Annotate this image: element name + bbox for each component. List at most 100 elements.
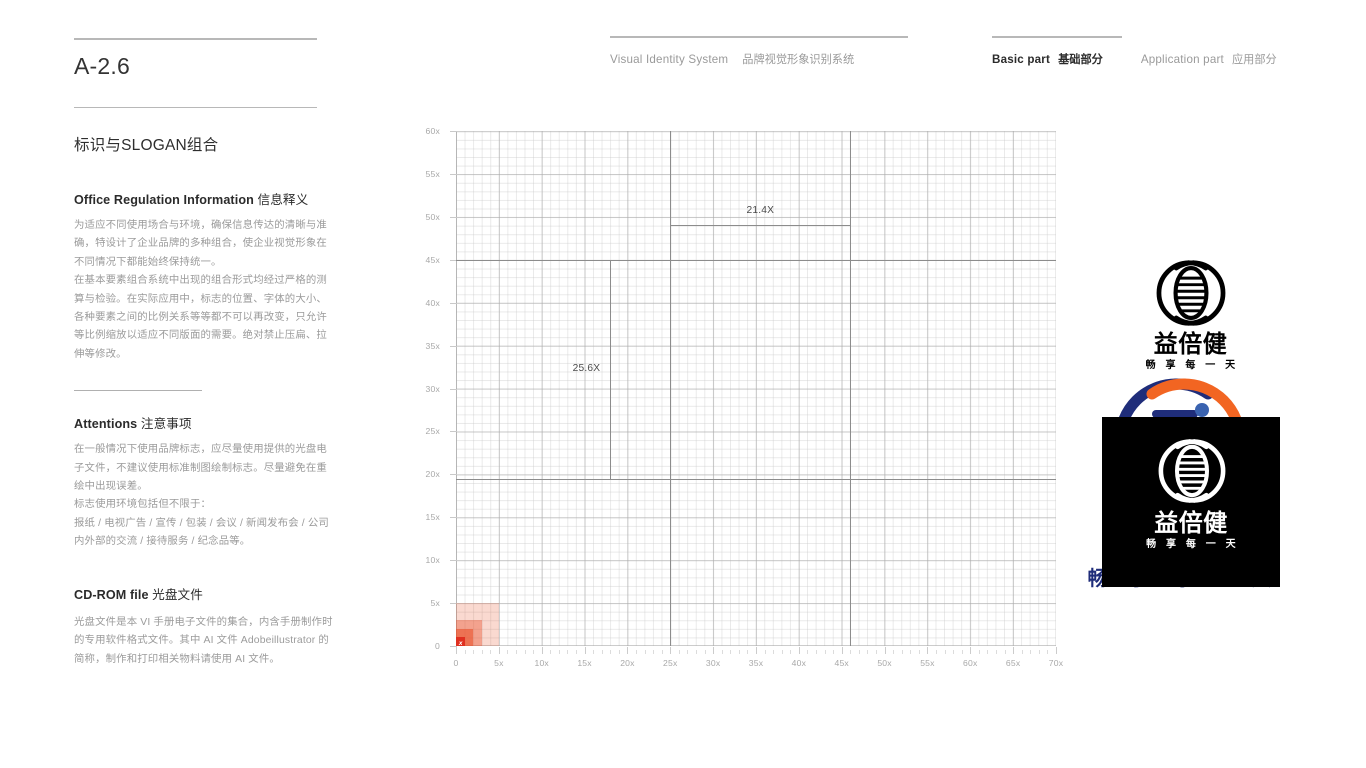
logo-variant-inverted-wordmark: 益倍健 畅 享 每 一 天: [1102, 511, 1280, 550]
x-axis-minor-tick: [481, 650, 483, 654]
heading-cn: 注意事项: [140, 417, 192, 432]
x-axis-minor-tick: [996, 650, 997, 654]
paragraph: 光盘文件是本 VI 手册电子文件的集合，内含手册制作时的专用软件格式文件。其中 …: [74, 616, 333, 665]
x-axis-minor-tick: [730, 650, 732, 654]
attentions-divider: [74, 390, 202, 392]
paragraph: 报纸 / 电视广告 / 宣传 / 包装 / 会议 / 新闻发布会 / 公司内外部…: [74, 517, 329, 548]
info-block-cdrom: CD-ROM file 光盘文件 光盘文件是本 VI 手册电子文件的集合，内含手…: [74, 584, 334, 669]
x-axis-minor-tick: [824, 650, 826, 654]
info-block-cdrom-body: 光盘文件是本 VI 手册电子文件的集合，内含手册制作时的专用软件格式文件。其中 …: [74, 614, 334, 669]
x-axis-minor-tick: [661, 650, 663, 654]
x-axis-tick-label: 70x: [1048, 658, 1064, 668]
x-axis-tick-label: 55x: [920, 658, 935, 668]
nav-item-basic-part[interactable]: Basic part 基础部分: [992, 51, 1103, 67]
logo-mark-black-icon: [1156, 260, 1226, 326]
x-axis-minor-tick: [567, 650, 569, 654]
x-axis-tick-mark: [970, 647, 972, 654]
paragraph: 在基本要素组合系统中出现的组合形式均经过严格的测算与检验。在实际应用中，标志的位…: [74, 275, 327, 360]
x-axis-tick-mark: [756, 647, 757, 654]
x-axis-minor-tick: [850, 650, 852, 654]
y-axis-tick-label: 50x: [425, 211, 440, 222]
x-axis-tick-label: 25x: [663, 658, 678, 668]
header-system-label: Visual Identity System 品牌视觉形象识别系统: [610, 36, 920, 67]
x-axis-minor-tick: [1038, 650, 1040, 654]
x-axis-minor-tick: [618, 650, 620, 654]
x-axis-tick-mark: [927, 647, 929, 654]
logo-variant-black-wordmark: 益倍健 畅 享 每 一 天: [1118, 332, 1263, 371]
x-axis-tick-mark: [798, 647, 800, 654]
x-axis-minor-tick: [978, 650, 980, 654]
x-axis-tick-mark: [841, 647, 843, 654]
x-axis-tick-mark: [884, 647, 886, 654]
logo-mark-inverted-icon: [1158, 439, 1226, 503]
logo-slogan-cn: 畅 享 每 一 天: [1145, 360, 1239, 371]
heading-cn: 光盘文件: [152, 587, 203, 602]
x-axis-tick-mark: [713, 647, 715, 654]
y-axis-tick-label: 45x: [425, 254, 440, 265]
y-axis-tick-label: 25x: [425, 426, 440, 437]
x-axis-tick-label: 10x: [534, 658, 549, 668]
heading-en: CD-ROM file: [74, 587, 149, 602]
x-axis-tick-label: 60x: [963, 658, 978, 668]
y-axis-tick-label: 0: [435, 641, 440, 651]
heading-cn: 信息释义: [257, 193, 309, 207]
info-block-attentions: Attentions 注意事项 在一般情况下使用品牌标志，应尽量使用提供的光盘电…: [74, 390, 334, 551]
info-block-cdrom-heading: CD-ROM file 光盘文件: [74, 584, 334, 603]
x-axis-minor-tick: [876, 650, 877, 654]
logo-variant-black: 益倍健 畅 享 每 一 天: [1118, 258, 1263, 388]
x-axis-minor-tick: [918, 650, 920, 654]
y-axis-tick-label: 55x: [425, 168, 440, 179]
x-axis-minor-tick: [858, 650, 860, 654]
x-axis-tick-mark: [498, 647, 500, 654]
x-axis-minor-tick: [516, 650, 517, 654]
x-axis-minor-tick: [944, 650, 946, 654]
x-axis-minor-tick: [550, 650, 552, 654]
x-axis-minor-tick: [893, 650, 895, 654]
x-axis-minor-tick: [678, 650, 680, 654]
y-axis-tick-label: 30x: [425, 383, 440, 394]
x-axis-minor-tick: [764, 650, 766, 654]
y-axis-tick-label: 5x: [430, 598, 440, 609]
code-divider: [74, 107, 317, 108]
page-code: A-2.6: [74, 53, 130, 79]
heading-en: Attentions: [74, 417, 138, 432]
x-axis-minor-tick: [610, 650, 612, 654]
x-axis-minor-tick: [1047, 650, 1049, 654]
info-block-attentions-heading: Attentions 注意事项: [74, 413, 334, 432]
x-axis-minor-tick: [987, 650, 989, 654]
x-axis-minor-tick: [790, 650, 792, 654]
x-axis-tick-mark: [456, 647, 457, 654]
x-axis-minor-tick: [901, 650, 903, 654]
x-axis-tick-mark: [1056, 647, 1057, 654]
x-axis-minor-tick: [593, 650, 595, 654]
y-axis-tick-label: 20x: [425, 469, 440, 480]
x-axis-minor-tick: [704, 650, 706, 654]
x-axis-tick-mark: [1013, 647, 1015, 654]
system-label-cn: 品牌视觉形象识别系统: [742, 54, 855, 66]
x-axis-minor-tick: [867, 650, 869, 654]
info-block-office-heading: Office Regulation Information 信息释义: [74, 189, 334, 208]
x-axis-minor-tick: [490, 650, 492, 654]
x-axis-minor-tick: [738, 650, 740, 654]
y-axis-tick-label: 60x: [425, 126, 440, 136]
x-axis-tick-label: 0: [453, 658, 459, 668]
nav-basic-en: Basic part: [992, 53, 1051, 66]
x-axis-tick-mark: [584, 647, 586, 654]
nav-item-application-part[interactable]: Application part 应用部分: [1141, 51, 1277, 67]
x-axis-minor-tick: [833, 650, 835, 654]
left-info-column: A-2.6 标识与SLOGAN组合 Office Regulation Info…: [74, 38, 334, 669]
y-axis-tick-label: 40x: [425, 297, 440, 308]
x-axis-tick-label: 15x: [577, 658, 592, 668]
x-axis-minor-tick: [507, 650, 509, 654]
x-axis-tick-label: 65x: [1005, 658, 1021, 668]
y-axis-tick-label: 35x: [425, 340, 440, 351]
page-title: 标识与SLOGAN组合: [74, 137, 219, 154]
x-axis-minor-tick: [644, 650, 646, 654]
info-block-attentions-body: 在一般情况下使用品牌标志，应尽量使用提供的光盘电子文件，不建议使用标准制图绘制标…: [74, 441, 334, 551]
paragraph: 在一般情况下使用品牌标志，应尽量使用提供的光盘电子文件，不建议使用标准制图绘制标…: [74, 444, 327, 493]
x-axis-minor-tick: [687, 650, 689, 654]
x-axis-minor-tick: [696, 650, 697, 654]
logo-name-cn: 益倍健: [1154, 509, 1228, 537]
nav-application-en: Application part: [1140, 53, 1224, 66]
header-divider: [610, 36, 908, 38]
